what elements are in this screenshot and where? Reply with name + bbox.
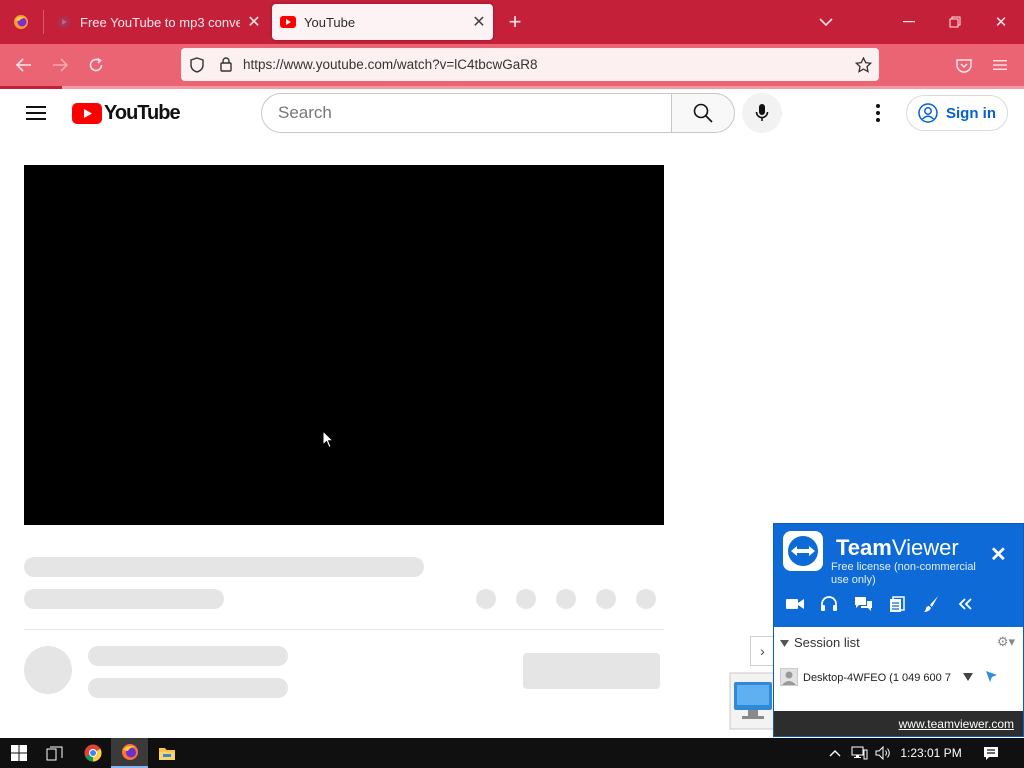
youtube-logo[interactable]: YouTube	[72, 101, 181, 125]
tab-youtube-mp3-converter[interactable]: Free YouTube to mp3 converter ✕	[48, 4, 268, 40]
back-icon[interactable]	[8, 44, 40, 86]
pocket-icon[interactable]	[948, 44, 980, 86]
tracking-protection-icon[interactable]	[181, 56, 213, 73]
action-center-icon[interactable]	[972, 738, 1010, 768]
youtube-play-logo-icon	[72, 102, 102, 124]
microphone-icon	[755, 104, 769, 121]
teamviewer-monitor-icon[interactable]	[729, 672, 775, 730]
search-input[interactable]: Search	[261, 93, 672, 133]
tab-separator	[43, 10, 44, 34]
channel-avatar-placeholder	[24, 646, 72, 694]
gear-icon[interactable]: ⚙▾	[997, 634, 1015, 650]
session-list-label: Session list	[794, 634, 860, 650]
logo-text: YouTube	[104, 101, 181, 124]
search-placeholder: Search	[278, 103, 332, 122]
system-clock[interactable]: 1:23:01 PM	[896, 738, 966, 768]
converter-favicon-icon	[56, 14, 72, 30]
voice-search-button[interactable]	[742, 93, 782, 133]
clipboard-icon[interactable]	[885, 592, 909, 616]
account-icon	[918, 103, 938, 123]
teamviewer-website-link[interactable]: www.teamviewer.com	[899, 717, 1014, 731]
collapse-icon[interactable]	[953, 592, 977, 616]
dropdown-arrow-icon[interactable]	[963, 672, 973, 684]
network-icon[interactable]	[846, 738, 872, 768]
teamviewer-panel: TeamViewer Free license (non-commercial …	[773, 523, 1024, 737]
sign-in-label: Sign in	[946, 104, 996, 122]
youtube-header: YouTube Search Sign in	[0, 89, 1024, 137]
subscriber-placeholder	[88, 678, 288, 698]
chrome-icon[interactable]	[74, 738, 111, 768]
search-button[interactable]	[671, 93, 735, 133]
restore-icon[interactable]	[932, 0, 978, 44]
session-entry[interactable]: Desktop-4WFEO (1 049 600 7	[774, 664, 1023, 692]
meta-placeholder	[24, 589, 224, 609]
session-list-header[interactable]: Session list ⚙▾	[774, 627, 1023, 657]
divider	[24, 629, 664, 630]
teamviewer-brand: TeamViewer	[836, 535, 959, 560]
action-placeholder	[636, 589, 656, 609]
tab-close-icon[interactable]: ✕	[465, 12, 493, 32]
action-placeholder	[556, 589, 576, 609]
lock-icon[interactable]	[213, 57, 239, 72]
search-icon	[693, 103, 713, 123]
teamviewer-header: TeamViewer Free license (non-commercial …	[774, 524, 1023, 627]
guide-menu-icon[interactable]	[24, 101, 48, 125]
tab-close-icon[interactable]: ✕	[240, 12, 268, 32]
mouse-cursor-icon	[322, 429, 335, 454]
url-text[interactable]: https://www.youtube.com/watch?v=lC4tbcwG…	[243, 57, 847, 72]
file-explorer-icon[interactable]	[148, 738, 185, 768]
close-icon[interactable]: ✕	[990, 542, 1007, 567]
minimize-icon[interactable]	[886, 0, 932, 44]
session-entry-label: Desktop-4WFEO (1 049 600 7	[803, 672, 951, 684]
firefox-icon[interactable]	[111, 738, 148, 768]
user-avatar-icon	[779, 667, 799, 689]
teamviewer-logo-icon	[783, 531, 823, 571]
task-view-icon[interactable]	[36, 738, 73, 768]
expand-arrow-icon	[780, 635, 789, 650]
forward-icon[interactable]	[44, 44, 76, 86]
teamviewer-footer: www.teamviewer.com	[774, 711, 1023, 736]
close-window-icon[interactable]: ✕	[978, 0, 1024, 44]
bookmark-star-icon[interactable]	[847, 56, 879, 73]
app-menu-icon[interactable]	[984, 44, 1016, 86]
volume-icon[interactable]	[870, 738, 896, 768]
tab-title: Free YouTube to mp3 converter	[80, 14, 240, 30]
browser-tab-bar: Free YouTube to mp3 converter ✕ YouTube …	[0, 0, 1024, 44]
video-player[interactable]	[24, 165, 664, 525]
subscribe-placeholder	[523, 653, 660, 689]
firefox-view-icon[interactable]	[6, 0, 36, 44]
sign-in-button[interactable]: Sign in	[906, 95, 1008, 131]
headset-icon[interactable]	[817, 592, 841, 616]
tab-title: YouTube	[304, 14, 356, 30]
windows-start-icon[interactable]	[0, 738, 37, 768]
list-all-tabs-icon[interactable]	[810, 0, 842, 44]
new-tab-icon[interactable]: +	[500, 0, 530, 44]
channel-name-placeholder	[88, 646, 288, 666]
browser-nav-bar: https://www.youtube.com/watch?v=lC4tbcwG…	[0, 44, 1024, 86]
video-icon[interactable]	[783, 592, 807, 616]
action-placeholder	[516, 589, 536, 609]
youtube-favicon-icon	[280, 14, 296, 30]
teamviewer-expand-button[interactable]: ›	[750, 636, 774, 666]
tab-youtube[interactable]: YouTube ✕	[272, 4, 493, 40]
brush-icon[interactable]	[919, 592, 943, 616]
pointer-icon[interactable]	[985, 670, 998, 686]
reload-icon[interactable]	[80, 44, 112, 86]
action-placeholder	[596, 589, 616, 609]
address-bar[interactable]: https://www.youtube.com/watch?v=lC4tbcwG…	[181, 48, 879, 81]
action-placeholder	[476, 589, 496, 609]
title-placeholder	[24, 557, 424, 577]
windows-taskbar: 1:23:01 PM	[0, 738, 1024, 768]
settings-more-icon[interactable]	[866, 101, 890, 125]
chat-icon[interactable]	[851, 592, 875, 616]
license-text: Free license (non-commercial use only)	[831, 561, 976, 586]
